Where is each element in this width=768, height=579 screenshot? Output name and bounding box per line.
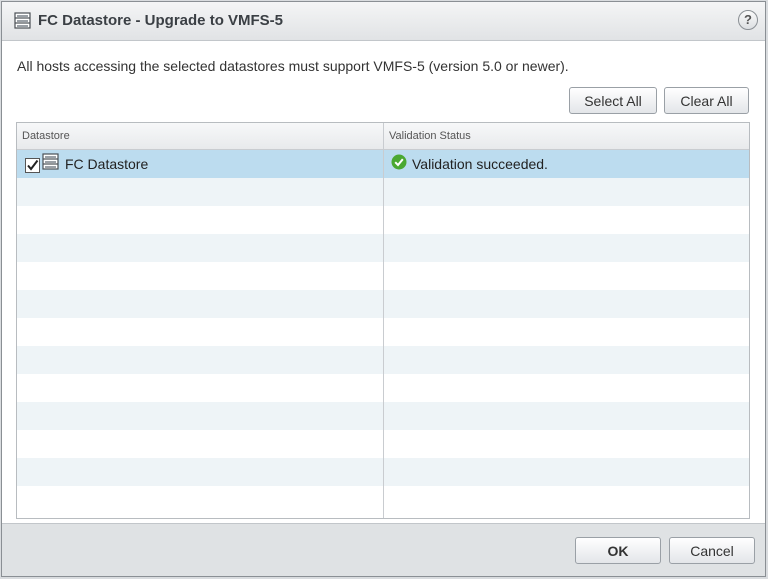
- datastore-cell: FC Datastore: [25, 150, 380, 178]
- upgrade-dialog: FC Datastore - Upgrade to VMFS-5 ? All h…: [1, 1, 766, 577]
- select-all-button[interactable]: Select All: [569, 87, 657, 114]
- validation-status-text: Validation succeeded.: [412, 156, 548, 172]
- column-divider[interactable]: [383, 123, 384, 518]
- help-button[interactable]: ?: [738, 10, 758, 30]
- column-header-datastore[interactable]: Datastore: [17, 123, 383, 149]
- datastore-icon: [14, 12, 31, 34]
- datastore-name: FC Datastore: [65, 156, 149, 172]
- dialog-title: FC Datastore - Upgrade to VMFS-5: [38, 12, 284, 29]
- validation-status-cell: Validation succeeded.: [391, 150, 746, 178]
- clear-all-button[interactable]: Clear All: [664, 87, 749, 114]
- row-checkbox[interactable]: [25, 157, 40, 173]
- check-circle-icon: [391, 151, 407, 179]
- info-message: All hosts accessing the selected datasto…: [17, 58, 569, 74]
- dialog-titlebar: FC Datastore - Upgrade to VMFS-5 ?: [2, 2, 765, 41]
- datastore-table: Datastore Validation Status FC Datastore…: [16, 122, 750, 519]
- cancel-button[interactable]: Cancel: [669, 537, 755, 564]
- ok-button[interactable]: OK: [575, 537, 661, 564]
- column-header-validation-status[interactable]: Validation Status: [384, 123, 749, 149]
- datastore-icon: [42, 151, 59, 179]
- dialog-footer: OK Cancel: [2, 523, 765, 576]
